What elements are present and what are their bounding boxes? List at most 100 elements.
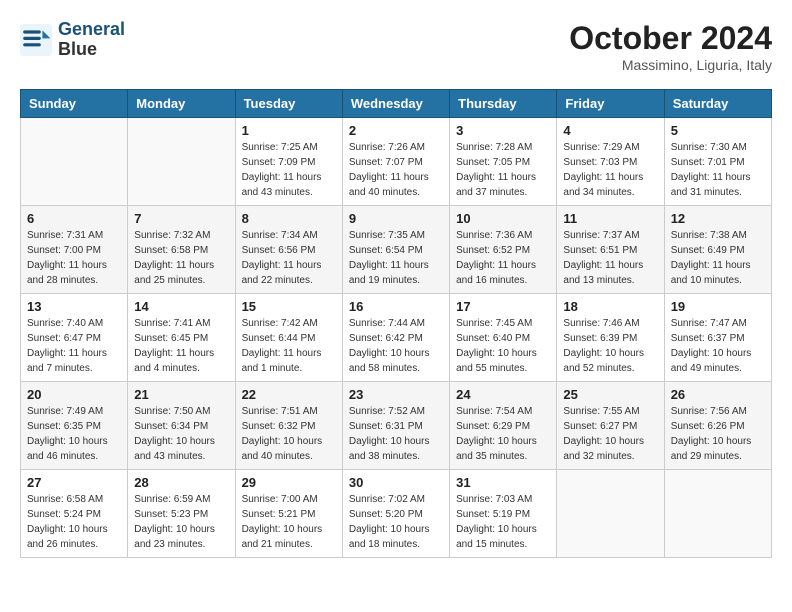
calendar-cell: 10 Sunrise: 7:36 AM Sunset: 6:52 PM Dayli… <box>450 206 557 294</box>
day-info: Sunrise: 7:38 AM Sunset: 6:49 PM Dayligh… <box>671 228 765 288</box>
calendar-week-4: 20 Sunrise: 7:49 AM Sunset: 6:35 PM Dayli… <box>21 382 772 470</box>
day-number: 10 <box>456 211 550 226</box>
weekday-header-thursday: Thursday <box>450 90 557 118</box>
day-number: 21 <box>134 387 228 402</box>
calendar-cell: 9Sunrise: 7:35 AM Sunset: 6:54 PM Daylig… <box>342 206 449 294</box>
day-info: Sunrise: 7:37 AM Sunset: 6:51 PM Dayligh… <box>563 228 657 288</box>
calendar-week-2: 6 Sunrise: 7:31 AM Sunset: 7:00 PM Daylig… <box>21 206 772 294</box>
day-info: Sunrise: 7:49 AM Sunset: 6:35 PM Dayligh… <box>27 404 121 464</box>
day-number: 19 <box>671 299 765 314</box>
day-info: Sunrise: 7:40 AM Sunset: 6:47 PM Dayligh… <box>27 316 121 376</box>
day-number: 20 <box>27 387 121 402</box>
day-info: Sunrise: 7:50 AM Sunset: 6:34 PM Dayligh… <box>134 404 228 464</box>
day-number: 29 <box>242 475 336 490</box>
calendar-cell: 16Sunrise: 7:44 AM Sunset: 6:42 PM Dayli… <box>342 294 449 382</box>
weekday-header-saturday: Saturday <box>664 90 771 118</box>
day-number: 24 <box>456 387 550 402</box>
day-number: 15 <box>242 299 336 314</box>
weekday-header-row: SundayMondayTuesdayWednesdayThursdayFrid… <box>21 90 772 118</box>
calendar-cell: 2 Sunrise: 7:26 AM Sunset: 7:07 PM Daylig… <box>342 118 449 206</box>
day-number: 25 <box>563 387 657 402</box>
weekday-header-monday: Monday <box>128 90 235 118</box>
day-number: 28 <box>134 475 228 490</box>
day-info: Sunrise: 7:56 AM Sunset: 6:26 PM Dayligh… <box>671 404 765 464</box>
day-info: Sunrise: 7:29 AM Sunset: 7:03 PM Dayligh… <box>563 140 657 200</box>
day-info: Sunrise: 7:51 AM Sunset: 6:32 PM Dayligh… <box>242 404 336 464</box>
day-number: 12 <box>671 211 765 226</box>
day-number: 23 <box>349 387 443 402</box>
calendar-cell: 22 Sunrise: 7:51 AM Sunset: 6:32 PM Dayli… <box>235 382 342 470</box>
day-number: 6 <box>27 211 121 226</box>
logo-line2: Blue <box>58 40 125 60</box>
weekday-header-tuesday: Tuesday <box>235 90 342 118</box>
logo-text: General Blue <box>58 20 125 60</box>
day-info: Sunrise: 7:02 AM Sunset: 5:20 PM Dayligh… <box>349 492 443 552</box>
calendar-cell <box>664 470 771 558</box>
weekday-header-sunday: Sunday <box>21 90 128 118</box>
day-info: Sunrise: 7:32 AM Sunset: 6:58 PM Dayligh… <box>134 228 228 288</box>
calendar-cell: 4 Sunrise: 7:29 AM Sunset: 7:03 PM Daylig… <box>557 118 664 206</box>
calendar-cell: 5Sunrise: 7:30 AM Sunset: 7:01 PM Daylig… <box>664 118 771 206</box>
day-number: 14 <box>134 299 228 314</box>
day-info: Sunrise: 7:25 AM Sunset: 7:09 PM Dayligh… <box>242 140 336 200</box>
calendar-cell: 13 Sunrise: 7:40 AM Sunset: 6:47 PM Dayli… <box>21 294 128 382</box>
calendar-cell: 30Sunrise: 7:02 AM Sunset: 5:20 PM Dayli… <box>342 470 449 558</box>
title-block: October 2024 Massimino, Liguria, Italy <box>569 20 772 73</box>
calendar-cell: 11 Sunrise: 7:37 AM Sunset: 6:51 PM Dayli… <box>557 206 664 294</box>
calendar-cell: 28 Sunrise: 6:59 AM Sunset: 5:23 PM Dayli… <box>128 470 235 558</box>
day-number: 27 <box>27 475 121 490</box>
calendar-cell: 20 Sunrise: 7:49 AM Sunset: 6:35 PM Dayli… <box>21 382 128 470</box>
calendar-cell: 7 Sunrise: 7:32 AM Sunset: 6:58 PM Daylig… <box>128 206 235 294</box>
calendar-cell: 3 Sunrise: 7:28 AM Sunset: 7:05 PM Daylig… <box>450 118 557 206</box>
day-number: 22 <box>242 387 336 402</box>
day-number: 8 <box>242 211 336 226</box>
day-info: Sunrise: 7:31 AM Sunset: 7:00 PM Dayligh… <box>27 228 121 288</box>
calendar-cell: 21 Sunrise: 7:50 AM Sunset: 6:34 PM Dayli… <box>128 382 235 470</box>
day-number: 2 <box>349 123 443 138</box>
calendar-header: SundayMondayTuesdayWednesdayThursdayFrid… <box>21 90 772 118</box>
day-info: Sunrise: 7:52 AM Sunset: 6:31 PM Dayligh… <box>349 404 443 464</box>
day-number: 7 <box>134 211 228 226</box>
calendar-cell: 25 Sunrise: 7:55 AM Sunset: 6:27 PM Dayli… <box>557 382 664 470</box>
day-number: 3 <box>456 123 550 138</box>
day-info: Sunrise: 7:03 AM Sunset: 5:19 PM Dayligh… <box>456 492 550 552</box>
calendar-cell: 24 Sunrise: 7:54 AM Sunset: 6:29 PM Dayli… <box>450 382 557 470</box>
day-info: Sunrise: 7:28 AM Sunset: 7:05 PM Dayligh… <box>456 140 550 200</box>
day-info: Sunrise: 7:46 AM Sunset: 6:39 PM Dayligh… <box>563 316 657 376</box>
day-info: Sunrise: 7:26 AM Sunset: 7:07 PM Dayligh… <box>349 140 443 200</box>
day-info: Sunrise: 7:54 AM Sunset: 6:29 PM Dayligh… <box>456 404 550 464</box>
calendar-cell: 14 Sunrise: 7:41 AM Sunset: 6:45 PM Dayli… <box>128 294 235 382</box>
calendar-cell: 23 Sunrise: 7:52 AM Sunset: 6:31 PM Dayli… <box>342 382 449 470</box>
weekday-header-wednesday: Wednesday <box>342 90 449 118</box>
calendar-week-5: 27 Sunrise: 6:58 AM Sunset: 5:24 PM Dayli… <box>21 470 772 558</box>
day-number: 11 <box>563 211 657 226</box>
day-info: Sunrise: 7:41 AM Sunset: 6:45 PM Dayligh… <box>134 316 228 376</box>
day-info: Sunrise: 7:45 AM Sunset: 6:40 PM Dayligh… <box>456 316 550 376</box>
calendar-cell: 8Sunrise: 7:34 AM Sunset: 6:56 PM Daylig… <box>235 206 342 294</box>
calendar-cell: 18 Sunrise: 7:46 AM Sunset: 6:39 PM Dayli… <box>557 294 664 382</box>
day-number: 4 <box>563 123 657 138</box>
page-header: General Blue October 2024 Massimino, Lig… <box>20 20 772 73</box>
calendar-cell: 6 Sunrise: 7:31 AM Sunset: 7:00 PM Daylig… <box>21 206 128 294</box>
logo: General Blue <box>20 20 125 60</box>
day-info: Sunrise: 7:55 AM Sunset: 6:27 PM Dayligh… <box>563 404 657 464</box>
day-info: Sunrise: 6:58 AM Sunset: 5:24 PM Dayligh… <box>27 492 121 552</box>
calendar-body: 1Sunrise: 7:25 AM Sunset: 7:09 PM Daylig… <box>21 118 772 558</box>
day-info: Sunrise: 7:36 AM Sunset: 6:52 PM Dayligh… <box>456 228 550 288</box>
day-number: 16 <box>349 299 443 314</box>
day-info: Sunrise: 7:47 AM Sunset: 6:37 PM Dayligh… <box>671 316 765 376</box>
calendar-cell <box>21 118 128 206</box>
calendar-week-1: 1Sunrise: 7:25 AM Sunset: 7:09 PM Daylig… <box>21 118 772 206</box>
day-number: 26 <box>671 387 765 402</box>
calendar-week-3: 13 Sunrise: 7:40 AM Sunset: 6:47 PM Dayli… <box>21 294 772 382</box>
day-number: 13 <box>27 299 121 314</box>
calendar-table: SundayMondayTuesdayWednesdayThursdayFrid… <box>20 89 772 558</box>
calendar-cell: 17Sunrise: 7:45 AM Sunset: 6:40 PM Dayli… <box>450 294 557 382</box>
calendar-cell <box>128 118 235 206</box>
calendar-cell <box>557 470 664 558</box>
day-number: 31 <box>456 475 550 490</box>
day-number: 18 <box>563 299 657 314</box>
day-info: Sunrise: 6:59 AM Sunset: 5:23 PM Dayligh… <box>134 492 228 552</box>
calendar-cell: 31 Sunrise: 7:03 AM Sunset: 5:19 PM Dayli… <box>450 470 557 558</box>
calendar-cell: 15Sunrise: 7:42 AM Sunset: 6:44 PM Dayli… <box>235 294 342 382</box>
